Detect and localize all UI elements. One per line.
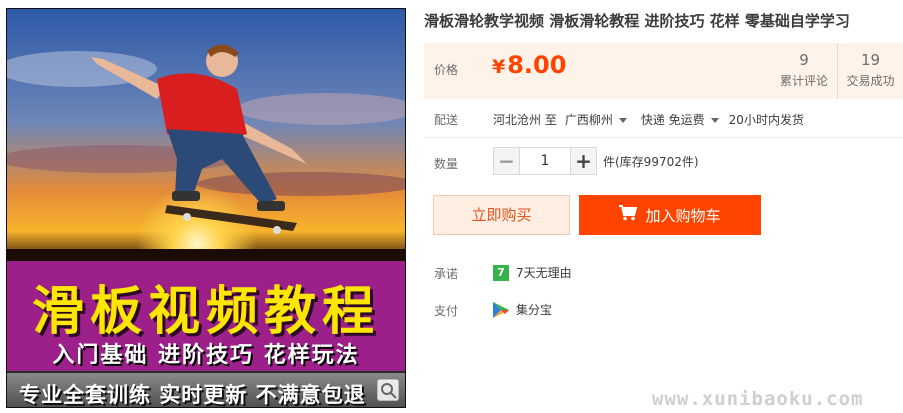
banner-bottom: 专业全套训练 实时更新 不满意包退 (7, 371, 405, 407)
quantity-increase-button[interactable]: + (570, 147, 597, 175)
currency-symbol: ¥ (492, 56, 506, 78)
promise-text: 7天无理由 (516, 266, 572, 280)
add-to-cart-label: 加入购物车 (645, 206, 721, 225)
shipping-to-selector[interactable]: 广西柳州 (565, 111, 627, 128)
stock-info: 件(库存99702件) (603, 154, 699, 169)
product-main-image[interactable]: 滑板视频教程 入门基础 进阶技巧 花样玩法 专业全套训练 实时更新 不满意包退 (6, 8, 406, 408)
shipping-from: 河北沧州 至 (493, 113, 557, 127)
promise-label: 承诺 (434, 267, 459, 281)
site-watermark: www.xunibaoku.com (652, 388, 864, 410)
banner-bottom-text: 专业全套训练 实时更新 不满意包退 (19, 383, 366, 407)
quantity-decrease-button[interactable]: − (493, 147, 520, 175)
stat-reviews-count: 9 (799, 51, 809, 69)
chevron-down-icon (618, 118, 627, 123)
skateboard-photo (7, 9, 405, 261)
shipping-dispatch: 20小时内发货 (728, 113, 804, 127)
shipping-method-selector[interactable]: 快递 免运费 (641, 111, 719, 128)
shopping-cart-icon (619, 205, 638, 225)
shipping-to: 广西柳州 (564, 113, 613, 127)
payment-row[interactable]: 集分宝 (493, 301, 552, 318)
stat-reviews-label: 累计评论 (779, 74, 828, 88)
price-stats: 9 累计评论 19 交易成功 (771, 43, 903, 99)
quantity-stepper: − 1 + 件(库存99702件) (493, 146, 699, 176)
price-value: ¥8.00 (492, 51, 566, 79)
seven-day-badge-icon: 7 (493, 264, 509, 281)
payment-text: 集分宝 (516, 303, 553, 317)
price-amount: 8.00 (507, 51, 567, 79)
shipping-row: 河北沧州 至 广西柳州 快递 免运费 20小时内发货 (493, 111, 804, 128)
magnifier-icon[interactable] (377, 379, 399, 401)
payment-label: 支付 (434, 304, 459, 318)
jifenbao-icon (493, 301, 509, 318)
promise-row[interactable]: 7 7天无理由 (493, 264, 572, 281)
stat-transactions-label: 交易成功 (846, 74, 895, 88)
buy-now-button[interactable]: 立即购买 (433, 195, 570, 235)
price-panel: 价格 ¥8.00 9 累计评论 19 交易成功 (424, 43, 903, 99)
quantity-label: 数量 (434, 157, 459, 171)
chevron-down-icon (710, 118, 719, 123)
banner-main-title: 滑板视频教程 (31, 282, 380, 342)
divider (424, 137, 903, 138)
price-label: 价格 (434, 63, 459, 77)
shipping-method: 快递 免运费 (640, 113, 705, 127)
product-title: 滑板滑轮教学视频 滑板滑轮教程 进阶技巧 花样 零基础自学学习 (424, 12, 850, 30)
stat-transactions[interactable]: 19 交易成功 (837, 43, 903, 99)
stat-transactions-count: 19 (860, 51, 881, 69)
banner-main-subtitle: 入门基础 进阶技巧 花样玩法 (52, 343, 360, 368)
shipping-label: 配送 (434, 113, 459, 127)
banner-main: 滑板视频教程 入门基础 进阶技巧 花样玩法 (7, 261, 405, 371)
quantity-input[interactable]: 1 (520, 147, 570, 175)
stat-reviews[interactable]: 9 累计评论 (771, 43, 837, 99)
add-to-cart-button[interactable]: 加入购物车 (579, 195, 761, 235)
